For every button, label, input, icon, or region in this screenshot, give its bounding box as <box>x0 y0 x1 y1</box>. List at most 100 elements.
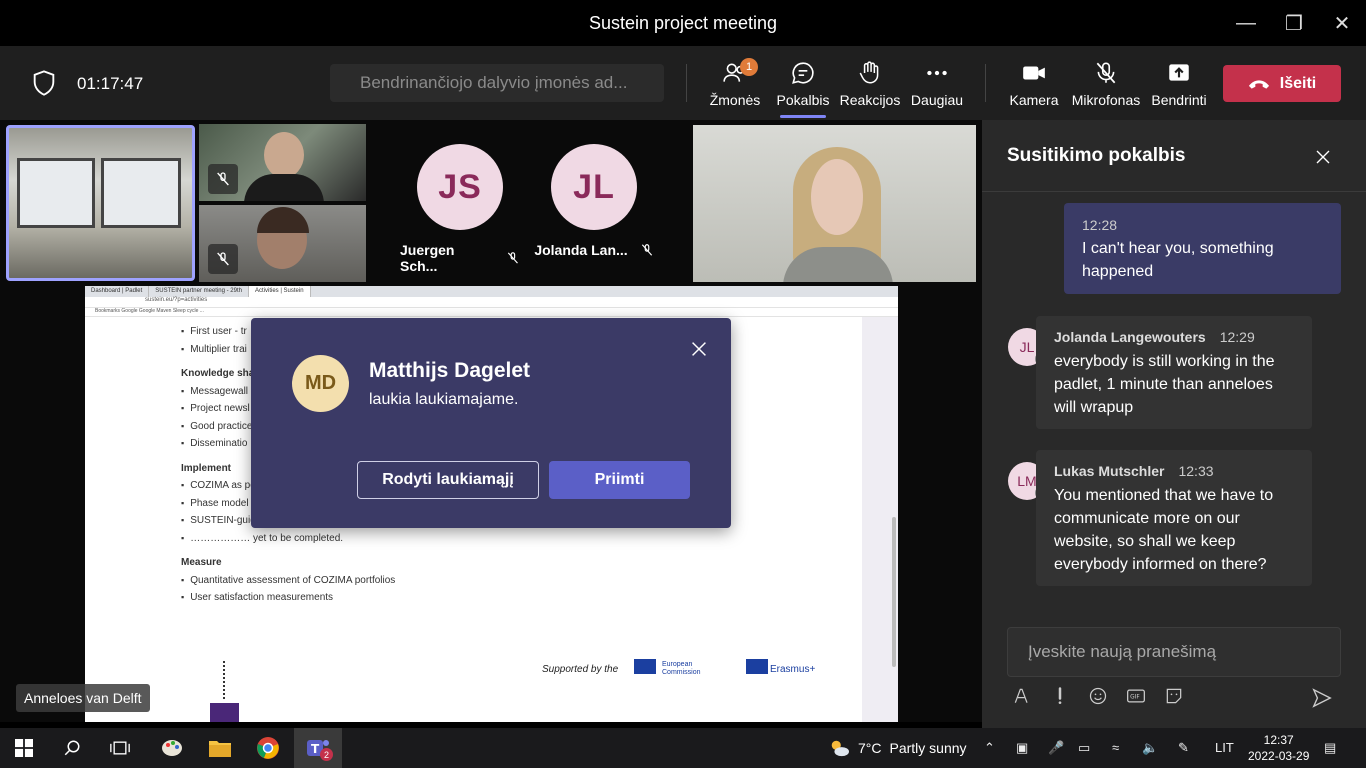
camera-label: Kamera <box>1009 92 1059 108</box>
pen-icon[interactable]: ✎ <box>1178 740 1189 756</box>
close-window-icon[interactable]: ✕ <box>1318 0 1366 46</box>
lobby-notification-dialog: MD Matthijs Dagelet laukia laukiamajame.… <box>251 318 731 528</box>
participant-video-tile[interactable] <box>199 205 366 282</box>
participant-avatar-tile[interactable]: JL Jolanda Lan... <box>534 144 654 284</box>
chrome-icon[interactable] <box>244 728 292 768</box>
task-view-icon[interactable] <box>96 728 144 768</box>
format-icon[interactable] <box>1012 684 1032 708</box>
microphone-button[interactable]: Mikrofonas <box>1072 56 1140 112</box>
own-message-bubble[interactable]: 12:28 I can't hear you, something happen… <box>1064 203 1341 294</box>
participant-face <box>811 159 863 235</box>
browser-tabs: Dashboard | Padlet SUSTEIN partner meeti… <box>85 286 898 297</box>
file-explorer-icon[interactable] <box>196 728 244 768</box>
minimize-icon[interactable]: — <box>1222 0 1270 46</box>
muted-icon <box>208 244 238 274</box>
participant-video-tile[interactable] <box>199 124 366 201</box>
teams-badge: 2 <box>320 748 333 761</box>
clock[interactable]: 12:37 2022-03-29 <box>1248 732 1309 764</box>
toolbar-divider <box>686 64 687 102</box>
svg-text:GIF: GIF <box>1130 695 1140 701</box>
document-heading: Measure <box>181 557 222 568</box>
admit-button[interactable]: Priimti <box>549 461 690 499</box>
compose-tools: GIF <box>1012 684 1184 708</box>
chat-icon <box>792 62 814 84</box>
microphone-label: Mikrofonas <box>1071 92 1141 108</box>
reactions-button[interactable]: Reakcijos <box>839 56 901 112</box>
window-frame-left <box>17 158 95 228</box>
sticker-icon[interactable] <box>1164 684 1184 708</box>
participant-video-tile[interactable] <box>693 125 976 282</box>
browser-tab: Activities | Sustein <box>248 286 311 297</box>
ec-line1: European <box>662 661 693 668</box>
paint-app-icon[interactable] <box>148 728 196 768</box>
ec-line2: Commission <box>662 669 701 676</box>
weather-temp: 7°C <box>858 740 882 756</box>
leave-label: Išeiti <box>1279 74 1317 92</box>
meet-now-icon[interactable]: ▣ <box>1016 740 1028 756</box>
taskbar: T 2 7°C Partly sunny ⌃ ▣ 🎤 ▭ ≈ 🔈 ✎ LIT 1… <box>0 728 1366 768</box>
muted-icon <box>208 164 238 194</box>
windows-start-icon[interactable] <box>0 728 48 768</box>
more-icon <box>927 70 947 76</box>
wifi-icon[interactable]: ≈ <box>1112 740 1119 755</box>
mic-off-icon <box>641 244 652 256</box>
browser-bookmarks: Bookmarks Google Google Maven Sleep cycl… <box>85 308 898 317</box>
gif-icon[interactable]: GIF <box>1126 684 1146 708</box>
clock-date: 2022-03-29 <box>1248 749 1310 763</box>
message-time: 12:28 <box>1082 217 1118 233</box>
self-video-tile[interactable] <box>6 125 195 281</box>
message-text: I can't hear you, something happened <box>1082 240 1274 280</box>
purple-block <box>210 703 239 722</box>
message-time: 12:33 <box>1178 463 1214 479</box>
camera-icon <box>1023 66 1045 80</box>
leave-button[interactable]: Išeiti <box>1223 65 1341 102</box>
share-search-input[interactable]: Bendrinančiojo dalyvio įmonės ad... <box>330 64 664 102</box>
participant-name: Jolanda Lan... <box>534 242 628 258</box>
more-label: Daugiau <box>910 92 964 108</box>
important-icon[interactable] <box>1050 684 1070 708</box>
teams-icon[interactable]: T 2 <box>294 728 342 768</box>
camera-button[interactable]: Kamera <box>1009 56 1059 112</box>
avatar: MD <box>292 355 349 412</box>
raise-hand-icon <box>859 61 879 84</box>
message-time: 12:29 <box>1219 329 1255 345</box>
mic-off-icon <box>508 252 519 264</box>
shield-icon[interactable] <box>30 69 58 97</box>
share-button[interactable]: Bendrinti <box>1151 56 1207 112</box>
meeting-toolbar: 01:17:47 Bendrinančiojo dalyvio įmonės a… <box>0 46 1366 120</box>
weather-widget[interactable]: 7°C Partly sunny <box>828 738 967 758</box>
people-label: Žmonės <box>709 92 761 108</box>
participant-head <box>264 132 304 178</box>
avatar: JL <box>551 144 637 230</box>
chat-button[interactable]: Pokalbis <box>777 56 829 118</box>
document-bullet: ……………… yet to be completed. <box>181 530 395 548</box>
document-bullet: User satisfaction measurements <box>181 589 395 607</box>
message-text: everybody is still working in the padlet… <box>1054 353 1275 416</box>
close-icon[interactable] <box>1314 148 1332 166</box>
people-button[interactable]: 1 Žmonės <box>710 56 760 112</box>
mic-off-icon <box>1096 62 1116 84</box>
people-badge: 1 <box>740 58 758 76</box>
emoji-icon[interactable] <box>1088 684 1108 708</box>
participant-avatar-tile[interactable]: JS Juergen Sch... <box>400 144 520 284</box>
close-icon[interactable] <box>688 338 710 360</box>
message-compose-input[interactable]: Įveskite naują pranešimą <box>1007 627 1341 677</box>
toolbar-divider <box>985 64 986 102</box>
supported-by-text: Supported by the <box>542 664 619 675</box>
send-icon[interactable] <box>1311 687 1333 709</box>
show-lobby-button[interactable]: Rodyti laukiamąjį <box>357 461 539 499</box>
microphone-tray-icon[interactable]: 🎤 <box>1048 740 1064 756</box>
notifications-icon[interactable]: ▤ <box>1324 740 1336 756</box>
volume-icon[interactable]: 🔈 <box>1142 740 1158 756</box>
chevron-up-icon[interactable]: ⌃ <box>984 740 995 756</box>
battery-icon[interactable]: ▭ <box>1078 740 1090 756</box>
erasmus-logo: Erasmus+ <box>770 664 816 675</box>
more-button[interactable]: Daugiau <box>910 56 964 112</box>
dotted-line <box>223 661 226 699</box>
maximize-icon[interactable]: ❐ <box>1270 0 1318 46</box>
language-indicator[interactable]: LIT <box>1215 740 1234 755</box>
search-icon[interactable] <box>48 728 96 768</box>
reactions-label: Reakcijos <box>839 92 901 108</box>
lobby-message: laukia laukiamajame. <box>369 391 519 408</box>
compose-placeholder: Įveskite naują pranešimą <box>1028 642 1217 661</box>
